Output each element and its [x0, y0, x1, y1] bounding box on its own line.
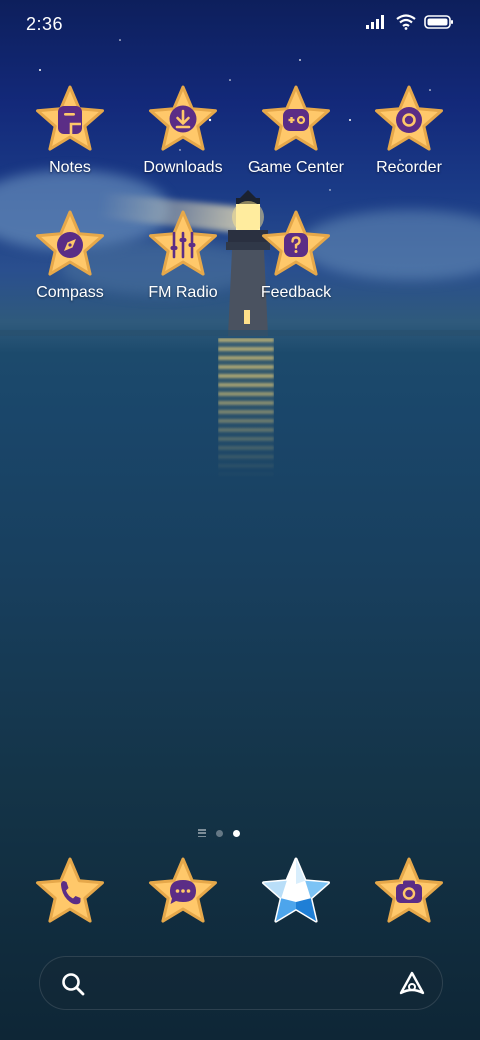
dock-camera-button[interactable]	[372, 856, 446, 930]
compass-icon	[33, 209, 107, 283]
app-label: Downloads	[143, 159, 223, 176]
clock: 2:36	[26, 14, 64, 34]
search-bar[interactable]	[39, 956, 443, 1010]
search-icon	[62, 973, 85, 996]
gamepad-icon	[259, 84, 333, 158]
download-icon	[146, 84, 220, 158]
app-notes[interactable]: Notes	[15, 84, 125, 177]
dock-white-star-button[interactable]	[259, 856, 333, 930]
phone-icon	[33, 856, 107, 935]
app-fm-radio[interactable]: FM Radio	[128, 209, 238, 302]
battery-icon	[424, 15, 453, 29]
camera-icon	[372, 856, 446, 935]
app-downloads[interactable]: Downloads	[128, 84, 238, 177]
message-icon	[146, 856, 220, 935]
page-dot-1	[216, 829, 223, 837]
app-label: Notes	[49, 159, 91, 176]
app-label: Feedback	[260, 284, 332, 301]
status-bar: 2:36	[0, 0, 480, 50]
app-game-center[interactable]: Game Center	[241, 84, 351, 177]
notes-icon	[33, 84, 107, 158]
page-dot-2	[233, 829, 240, 837]
list-view-icon	[198, 829, 206, 837]
white-star-icon	[259, 856, 333, 935]
app-label: Game Center	[247, 159, 345, 176]
page-indicator[interactable]	[198, 829, 240, 837]
app-label: FM Radio	[148, 284, 218, 301]
app-label: Compass	[36, 284, 104, 301]
app-feedback[interactable]: Feedback	[241, 209, 351, 302]
assistant-icon[interactable]	[398, 970, 426, 998]
dock-phone-button[interactable]	[33, 856, 107, 930]
signal-icon	[366, 15, 384, 29]
app-label: Recorder	[376, 159, 442, 176]
equalizer-icon	[146, 209, 220, 283]
wifi-icon	[396, 14, 416, 30]
app-compass[interactable]: Compass	[15, 209, 125, 302]
record-icon	[372, 84, 446, 158]
app-recorder[interactable]: Recorder	[354, 84, 464, 177]
dock-message-button[interactable]	[146, 856, 220, 930]
question-icon	[259, 209, 333, 283]
